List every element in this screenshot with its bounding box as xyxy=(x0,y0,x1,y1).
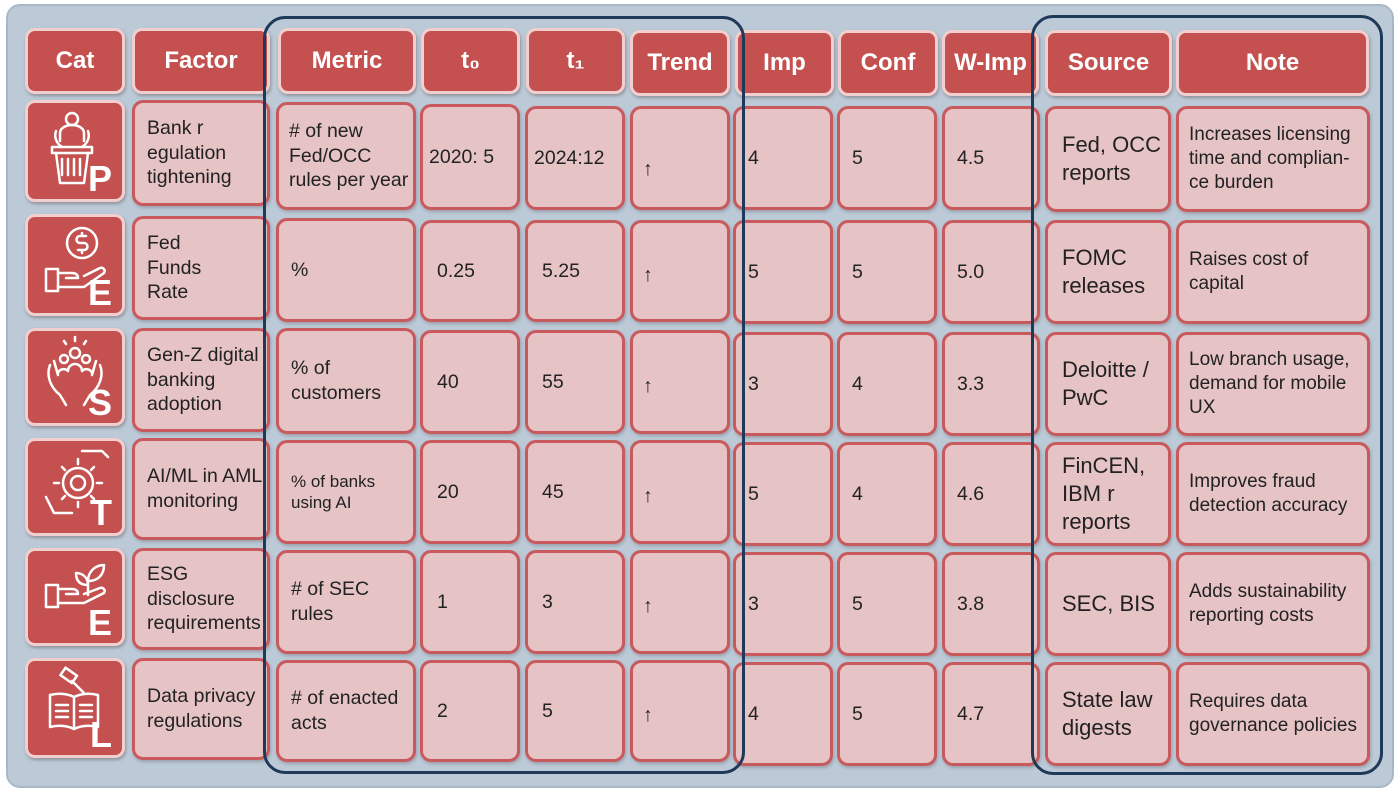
wimp-cell: 4.7 xyxy=(942,662,1040,766)
metric-cell: # of SEC rules xyxy=(276,550,416,654)
conf-cell: 5 xyxy=(837,106,937,210)
metric-cell: # of new Fed/OCC rules per year xyxy=(276,102,416,210)
trend-cell: ↑ xyxy=(630,440,730,544)
metric-cell: % xyxy=(276,218,416,322)
category-letter: S xyxy=(87,382,112,423)
conf-cell: 5 xyxy=(837,552,937,656)
note-cell: Low branch usage, demand for mobile UX xyxy=(1176,332,1370,436)
category-letter: L xyxy=(90,714,112,755)
factor-cell: Data privacy regulations xyxy=(132,658,270,760)
category-cell: T xyxy=(25,438,125,536)
t0-cell: 2020: 5 xyxy=(420,104,520,210)
source-cell: State law digests xyxy=(1045,662,1171,766)
conf-cell: 5 xyxy=(837,662,937,766)
conf-cell: 5 xyxy=(837,220,937,324)
category-letter: E xyxy=(87,602,112,643)
t1-cell: 5.25 xyxy=(525,220,625,322)
header-t1: t₁ xyxy=(526,28,625,94)
category-letter: P xyxy=(87,158,112,199)
header-imp: Imp xyxy=(735,30,834,96)
trend-cell: ↑ xyxy=(630,106,730,210)
t1-cell: 45 xyxy=(525,440,625,544)
source-cell: FOMC releases xyxy=(1045,220,1171,324)
imp-cell: 4 xyxy=(733,662,833,766)
header-source: Source xyxy=(1045,30,1172,96)
category-cell: P xyxy=(25,100,125,202)
t0-cell: 0.25 xyxy=(420,220,520,322)
header-t0: t₀ xyxy=(421,28,520,94)
wimp-cell: 4.6 xyxy=(942,442,1040,546)
factor-cell: Gen-Z digital banking adoption xyxy=(132,328,270,432)
metric-cell: % of customers xyxy=(276,328,416,434)
header-trend: Trend xyxy=(630,30,730,96)
wimp-cell: 3.8 xyxy=(942,552,1040,656)
conf-cell: 4 xyxy=(837,442,937,546)
header-metric: Metric xyxy=(278,28,416,94)
note-cell: Adds sustainability reporting costs xyxy=(1176,552,1370,656)
t1-cell: 3 xyxy=(525,550,625,654)
source-cell: Deloitte / PwC xyxy=(1045,332,1171,436)
source-cell: FinCEN, IBM r reports xyxy=(1045,442,1171,546)
wimp-cell: 4.5 xyxy=(942,106,1040,210)
trend-cell: ↑ xyxy=(630,660,730,762)
note-cell: Increases licensing time and complian-ce … xyxy=(1176,106,1370,212)
imp-cell: 4 xyxy=(733,106,833,210)
factor-cell: Fed Funds Rate xyxy=(132,216,270,320)
t0-cell: 20 xyxy=(420,440,520,544)
factor-cell: Bank r egulation tightening xyxy=(132,100,270,206)
trend-cell: ↑ xyxy=(630,550,730,654)
category-cell: E xyxy=(25,548,125,646)
note-cell: Raises cost of capital xyxy=(1176,220,1370,324)
factor-cell: ESG disclosure requirements xyxy=(132,548,270,650)
trend-cell: ↑ xyxy=(630,220,730,322)
header-wimp: W-Imp xyxy=(942,30,1039,96)
category-cell: L xyxy=(25,658,125,758)
imp-cell: 5 xyxy=(733,442,833,546)
t1-cell: 2024:12 xyxy=(525,106,625,210)
imp-cell: 5 xyxy=(733,220,833,324)
category-cell: E xyxy=(25,214,125,316)
conf-cell: 4 xyxy=(837,332,937,436)
note-cell: Improves fraud detection accuracy xyxy=(1176,442,1370,546)
category-letter: E xyxy=(87,272,112,313)
header-note: Note xyxy=(1176,30,1369,96)
category-letter: T xyxy=(90,492,112,533)
factor-cell: AI/ML in AML monitoring xyxy=(132,438,270,540)
imp-cell: 3 xyxy=(733,552,833,656)
source-cell: SEC, BIS xyxy=(1045,552,1171,656)
t1-cell: 5 xyxy=(525,660,625,762)
t0-cell: 40 xyxy=(420,330,520,434)
header-factor: Factor xyxy=(132,28,270,94)
trend-cell: ↑ xyxy=(630,330,730,434)
category-cell: S xyxy=(25,328,125,426)
header-cat: Cat xyxy=(25,28,125,94)
note-cell: Requires data governance policies xyxy=(1176,662,1370,766)
metric-cell: % of banks using AI xyxy=(276,440,416,544)
t0-cell: 1 xyxy=(420,550,520,654)
t1-cell: 55 xyxy=(525,330,625,434)
header-conf: Conf xyxy=(838,30,938,96)
imp-cell: 3 xyxy=(733,332,833,436)
source-cell: Fed, OCC reports xyxy=(1045,106,1171,212)
wimp-cell: 3.3 xyxy=(942,332,1040,436)
metric-cell: # of enacted acts xyxy=(276,660,416,762)
wimp-cell: 5.0 xyxy=(942,220,1040,324)
t0-cell: 2 xyxy=(420,660,520,762)
